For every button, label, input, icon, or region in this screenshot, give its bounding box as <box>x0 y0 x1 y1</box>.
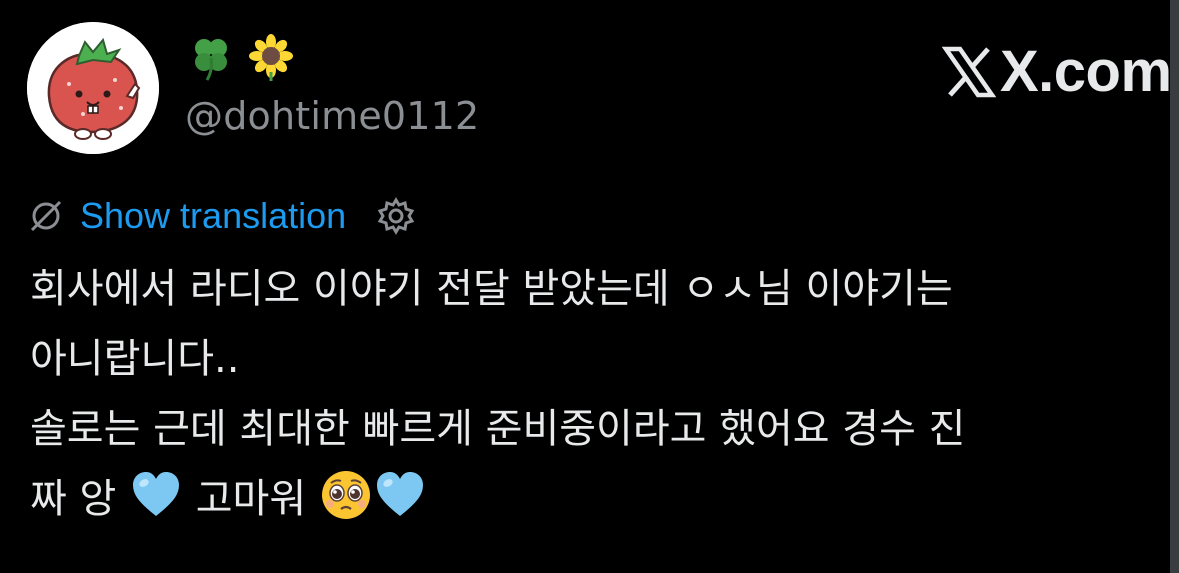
pleading-face-icon <box>319 468 373 522</box>
tweet-text-segment: 짜 앙 <box>30 476 130 522</box>
sunflower-icon <box>247 34 295 82</box>
show-translation-link[interactable]: Show translation <box>80 192 346 240</box>
tweet-text-segment: 고마워 <box>183 476 319 522</box>
gear-icon[interactable] <box>376 196 416 236</box>
user-handle[interactable]: @dohtime0112 <box>185 90 479 142</box>
tweet-body: 회사에서 라디오 이야기 전달 받았는데 ㅇㅅ님 이야기는 아니랍니다.. 솔로… <box>30 254 1140 534</box>
tweet-line: 짜 앙 고마워 <box>30 464 1140 534</box>
display-name[interactable] <box>187 32 295 84</box>
tweet-line: 회사에서 라디오 이야기 전달 받았는데 ㅇㅅ님 이야기는 <box>30 266 953 312</box>
brand-watermark: X.com <box>940 40 1172 104</box>
avatar[interactable] <box>27 22 159 154</box>
translation-row: Show translation <box>28 192 416 240</box>
four-leaf-clover-icon <box>187 34 235 82</box>
light-blue-heart-icon <box>373 468 427 522</box>
translate-globe-icon <box>28 198 64 234</box>
brand-text: X.com <box>1000 39 1172 104</box>
x-logo-icon <box>940 43 998 101</box>
light-blue-heart-icon <box>129 468 183 522</box>
strawberry-character-icon <box>27 22 159 154</box>
tweet-line: 솔로는 근데 최대한 빠르게 준비중이라고 했어요 경수 진 <box>30 406 966 452</box>
tweet-line: 아니랍니다.. <box>30 336 240 382</box>
